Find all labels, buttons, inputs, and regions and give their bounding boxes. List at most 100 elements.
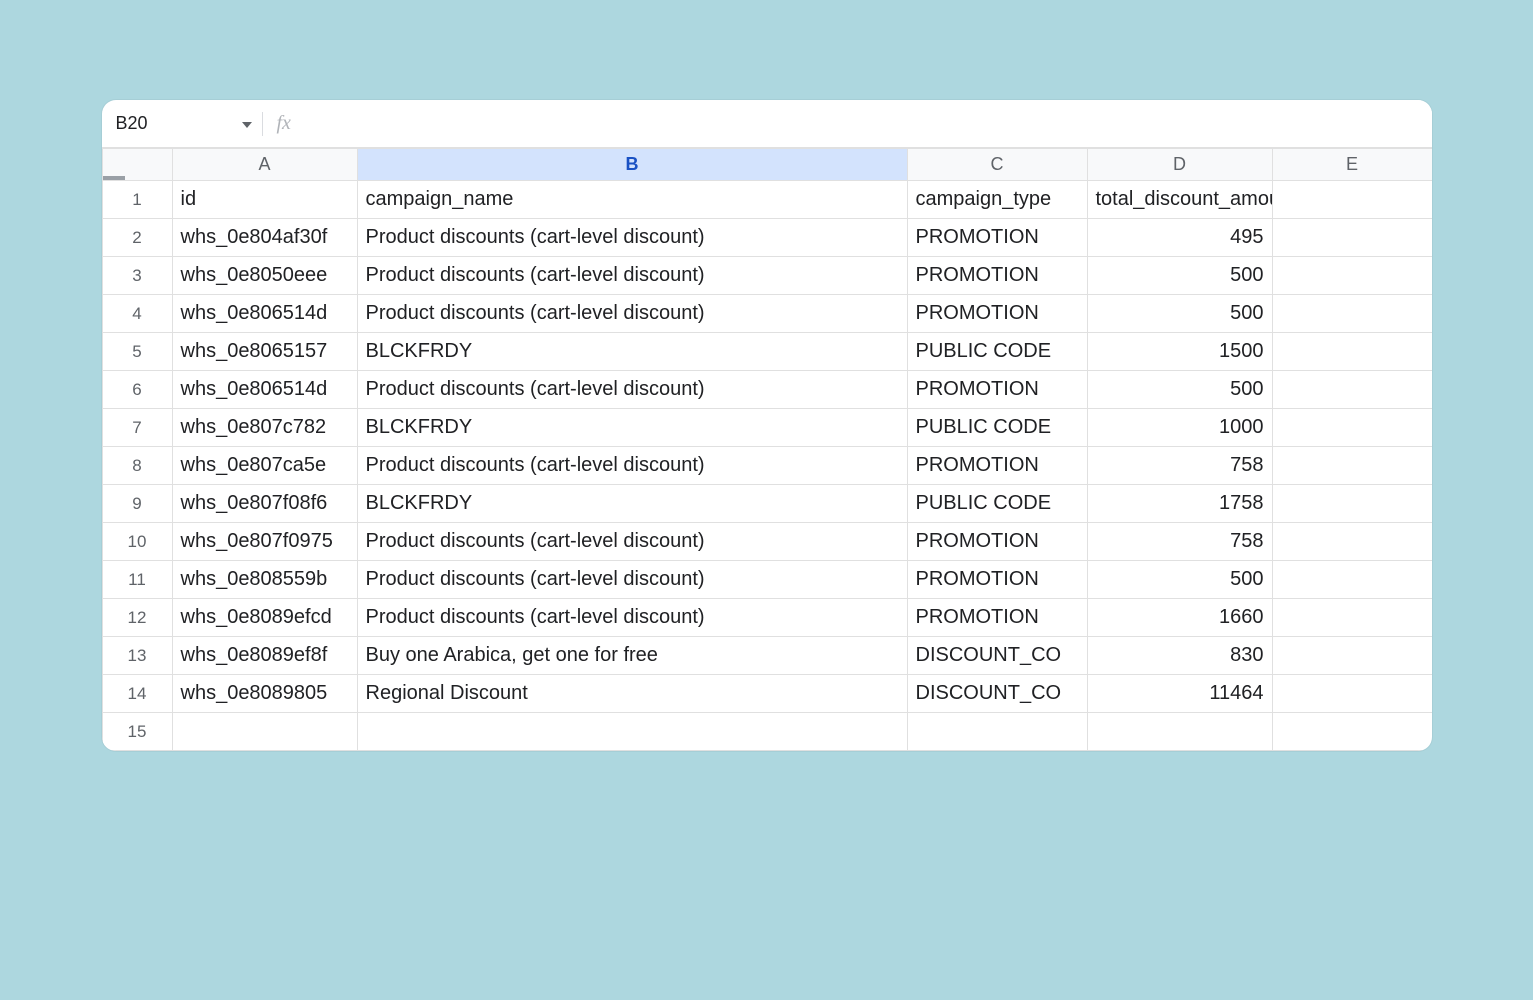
formula-input[interactable] xyxy=(303,100,1432,147)
cell[interactable]: 1660 xyxy=(1087,599,1272,637)
row-header[interactable]: 6 xyxy=(102,371,172,409)
cell[interactable]: whs_0e8089805 xyxy=(172,675,357,713)
cell[interactable]: whs_0e8089ef8f xyxy=(172,637,357,675)
cell[interactable]: 1000 xyxy=(1087,409,1272,447)
cell[interactable] xyxy=(1272,675,1432,713)
row-header[interactable]: 7 xyxy=(102,409,172,447)
cell[interactable]: Buy one Arabica, get one for free xyxy=(357,637,907,675)
cell[interactable] xyxy=(1272,599,1432,637)
row-header[interactable]: 4 xyxy=(102,295,172,333)
row-header[interactable]: 12 xyxy=(102,599,172,637)
select-all-corner[interactable] xyxy=(102,149,172,181)
cell[interactable]: DISCOUNT_CO xyxy=(907,675,1087,713)
cell[interactable]: whs_0e8089efcd xyxy=(172,599,357,637)
cell[interactable]: PROMOTION xyxy=(907,599,1087,637)
cell[interactable]: whs_0e807ca5e xyxy=(172,447,357,485)
row-header[interactable]: 5 xyxy=(102,333,172,371)
cell[interactable]: Product discounts (cart-level discount) xyxy=(357,561,907,599)
cell[interactable]: BLCKFRDY xyxy=(357,333,907,371)
row-header[interactable]: 2 xyxy=(102,219,172,257)
col-header-C[interactable]: C xyxy=(907,149,1087,181)
cell[interactable]: whs_0e8050eee xyxy=(172,257,357,295)
cell[interactable]: id xyxy=(172,181,357,219)
formula-bar: B20 fx xyxy=(102,100,1432,148)
cell[interactable]: Regional Discount xyxy=(357,675,907,713)
cell[interactable] xyxy=(1272,637,1432,675)
cell[interactable] xyxy=(1272,181,1432,219)
cell[interactable]: 758 xyxy=(1087,447,1272,485)
cell[interactable]: PUBLIC CODE xyxy=(907,333,1087,371)
cell[interactable]: BLCKFRDY xyxy=(357,485,907,523)
cell[interactable]: 11464 xyxy=(1087,675,1272,713)
cell[interactable] xyxy=(1272,447,1432,485)
row-header[interactable]: 1 xyxy=(102,181,172,219)
cell[interactable]: PROMOTION xyxy=(907,295,1087,333)
cell[interactable]: 1758 xyxy=(1087,485,1272,523)
cell[interactable] xyxy=(1272,523,1432,561)
cell[interactable]: 1500 xyxy=(1087,333,1272,371)
row-header[interactable]: 15 xyxy=(102,713,172,751)
cell[interactable] xyxy=(357,713,907,751)
cell[interactable]: 500 xyxy=(1087,257,1272,295)
cell[interactable]: Product discounts (cart-level discount) xyxy=(357,447,907,485)
cell[interactable] xyxy=(1272,295,1432,333)
cell[interactable]: 500 xyxy=(1087,561,1272,599)
cell[interactable] xyxy=(1272,485,1432,523)
cell[interactable]: whs_0e8065157 xyxy=(172,333,357,371)
cell[interactable] xyxy=(1272,371,1432,409)
cell[interactable]: whs_0e808559b xyxy=(172,561,357,599)
spreadsheet-grid[interactable]: A B C D E 1idcampaign_namecampaign_typet… xyxy=(102,148,1432,751)
cell[interactable]: 500 xyxy=(1087,371,1272,409)
cell[interactable]: PROMOTION xyxy=(907,219,1087,257)
cell[interactable]: whs_0e807c782 xyxy=(172,409,357,447)
cell[interactable]: whs_0e807f0975 xyxy=(172,523,357,561)
cell[interactable]: Product discounts (cart-level discount) xyxy=(357,523,907,561)
cell[interactable]: campaign_type xyxy=(907,181,1087,219)
cell[interactable] xyxy=(1272,333,1432,371)
cell[interactable]: 830 xyxy=(1087,637,1272,675)
row-header[interactable]: 14 xyxy=(102,675,172,713)
cell[interactable]: PROMOTION xyxy=(907,523,1087,561)
cell[interactable]: PROMOTION xyxy=(907,561,1087,599)
cell[interactable]: campaign_name xyxy=(357,181,907,219)
cell[interactable] xyxy=(1272,219,1432,257)
cell[interactable]: Product discounts (cart-level discount) xyxy=(357,599,907,637)
cell[interactable]: Product discounts (cart-level discount) xyxy=(357,219,907,257)
col-header-E[interactable]: E xyxy=(1272,149,1432,181)
row-header[interactable]: 11 xyxy=(102,561,172,599)
name-box[interactable]: B20 xyxy=(102,100,262,147)
col-header-A[interactable]: A xyxy=(172,149,357,181)
cell[interactable]: PROMOTION xyxy=(907,371,1087,409)
row-header[interactable]: 13 xyxy=(102,637,172,675)
cell[interactable]: PROMOTION xyxy=(907,257,1087,295)
cell[interactable] xyxy=(907,713,1087,751)
cell[interactable]: 758 xyxy=(1087,523,1272,561)
cell[interactable]: PUBLIC CODE xyxy=(907,409,1087,447)
col-header-B[interactable]: B xyxy=(357,149,907,181)
cell[interactable]: total_discount_amount xyxy=(1087,181,1272,219)
cell[interactable]: PROMOTION xyxy=(907,447,1087,485)
cell[interactable] xyxy=(172,713,357,751)
cell[interactable] xyxy=(1272,561,1432,599)
row-header[interactable]: 3 xyxy=(102,257,172,295)
cell[interactable]: PUBLIC CODE xyxy=(907,485,1087,523)
cell[interactable] xyxy=(1272,257,1432,295)
cell[interactable]: 500 xyxy=(1087,295,1272,333)
row-header[interactable]: 8 xyxy=(102,447,172,485)
cell[interactable]: whs_0e806514d xyxy=(172,295,357,333)
cell[interactable] xyxy=(1087,713,1272,751)
col-header-D[interactable]: D xyxy=(1087,149,1272,181)
cell[interactable]: DISCOUNT_CO xyxy=(907,637,1087,675)
cell[interactable] xyxy=(1272,713,1432,751)
cell[interactable]: Product discounts (cart-level discount) xyxy=(357,371,907,409)
row-header[interactable]: 9 xyxy=(102,485,172,523)
cell[interactable]: Product discounts (cart-level discount) xyxy=(357,257,907,295)
cell[interactable]: whs_0e807f08f6 xyxy=(172,485,357,523)
cell[interactable]: whs_0e806514d xyxy=(172,371,357,409)
cell[interactable]: Product discounts (cart-level discount) xyxy=(357,295,907,333)
cell[interactable] xyxy=(1272,409,1432,447)
cell[interactable]: BLCKFRDY xyxy=(357,409,907,447)
cell[interactable]: whs_0e804af30f xyxy=(172,219,357,257)
row-header[interactable]: 10 xyxy=(102,523,172,561)
cell[interactable]: 495 xyxy=(1087,219,1272,257)
